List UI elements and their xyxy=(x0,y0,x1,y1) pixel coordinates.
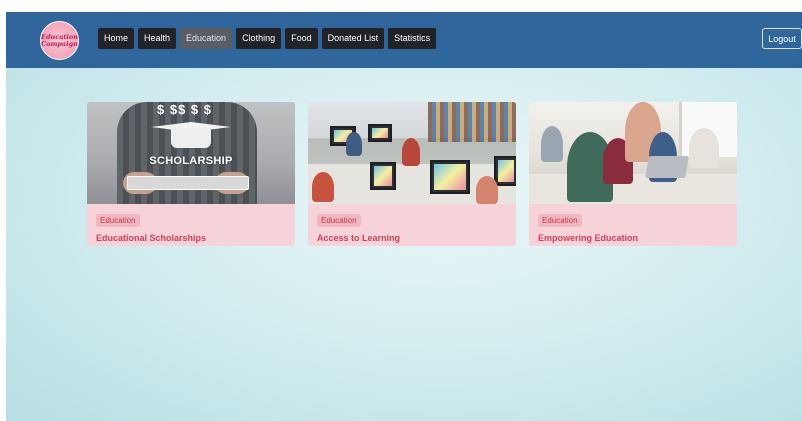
campaign-logo[interactable]: Education Campaign xyxy=(40,21,79,60)
card-body: Education Access to Learning xyxy=(308,204,516,243)
nav-health-button[interactable]: Health xyxy=(138,28,177,49)
monitor-icon xyxy=(494,156,516,186)
tablet-shape xyxy=(127,176,249,190)
card-title[interactable]: Access to Learning xyxy=(317,233,508,243)
nav-links: Home Health Education Clothing Food Dona… xyxy=(98,28,437,49)
campaign-card-list: $ $$ $ $ SCHOLARSHIP Education Education… xyxy=(87,102,737,246)
campaign-card-empowering-education[interactable]: Education Empowering Education xyxy=(529,102,737,246)
top-navbar: Education Campaign Home Health Education… xyxy=(6,12,802,68)
kids-laptop-image xyxy=(529,102,737,204)
card-title[interactable]: Empowering Education xyxy=(538,233,729,243)
monitor-icon xyxy=(430,160,470,194)
category-tag: Education xyxy=(538,214,582,227)
campaign-card-access-to-learning[interactable]: Education Access to Learning xyxy=(308,102,516,246)
scholarship-image-text: SCHOLARSHIP xyxy=(149,155,233,167)
nav-donated-list-button[interactable]: Donated List xyxy=(321,28,385,49)
computer-lab-image xyxy=(308,102,516,204)
logout-button[interactable]: Logout xyxy=(762,28,802,49)
nav-statistics-button[interactable]: Statistics xyxy=(388,28,437,49)
bookshelf xyxy=(428,102,516,142)
table xyxy=(529,174,737,204)
student-figure xyxy=(346,132,362,156)
app-window: Education Campaign Home Health Education… xyxy=(6,12,802,421)
category-tag: Education xyxy=(317,214,361,227)
graduation-cap-base xyxy=(171,128,211,148)
student-figure xyxy=(476,176,498,204)
category-tag: Education xyxy=(96,214,140,227)
scholarship-image: $ $$ $ $ SCHOLARSHIP xyxy=(87,102,295,204)
campaign-card-scholarships[interactable]: $ $$ $ $ SCHOLARSHIP Education Education… xyxy=(87,102,295,246)
student-figure xyxy=(312,172,334,202)
nav-home-button[interactable]: Home xyxy=(98,28,135,49)
student-figure xyxy=(541,126,563,162)
student-figure xyxy=(689,128,719,168)
card-body: Education Educational Scholarships xyxy=(87,204,295,243)
nav-food-button[interactable]: Food xyxy=(285,28,318,49)
nav-clothing-button[interactable]: Clothing xyxy=(236,28,282,49)
monitor-icon xyxy=(370,162,396,190)
card-body: Education Empowering Education xyxy=(529,204,737,243)
student-figure xyxy=(402,138,420,166)
dollar-symbols: $ $$ $ $ xyxy=(157,102,212,117)
logo-line-2: Campaign xyxy=(41,39,78,48)
monitor-icon xyxy=(368,124,392,142)
card-title[interactable]: Educational Scholarships xyxy=(96,233,287,243)
laptop-icon xyxy=(645,156,689,178)
nav-education-button[interactable]: Education xyxy=(180,28,233,49)
